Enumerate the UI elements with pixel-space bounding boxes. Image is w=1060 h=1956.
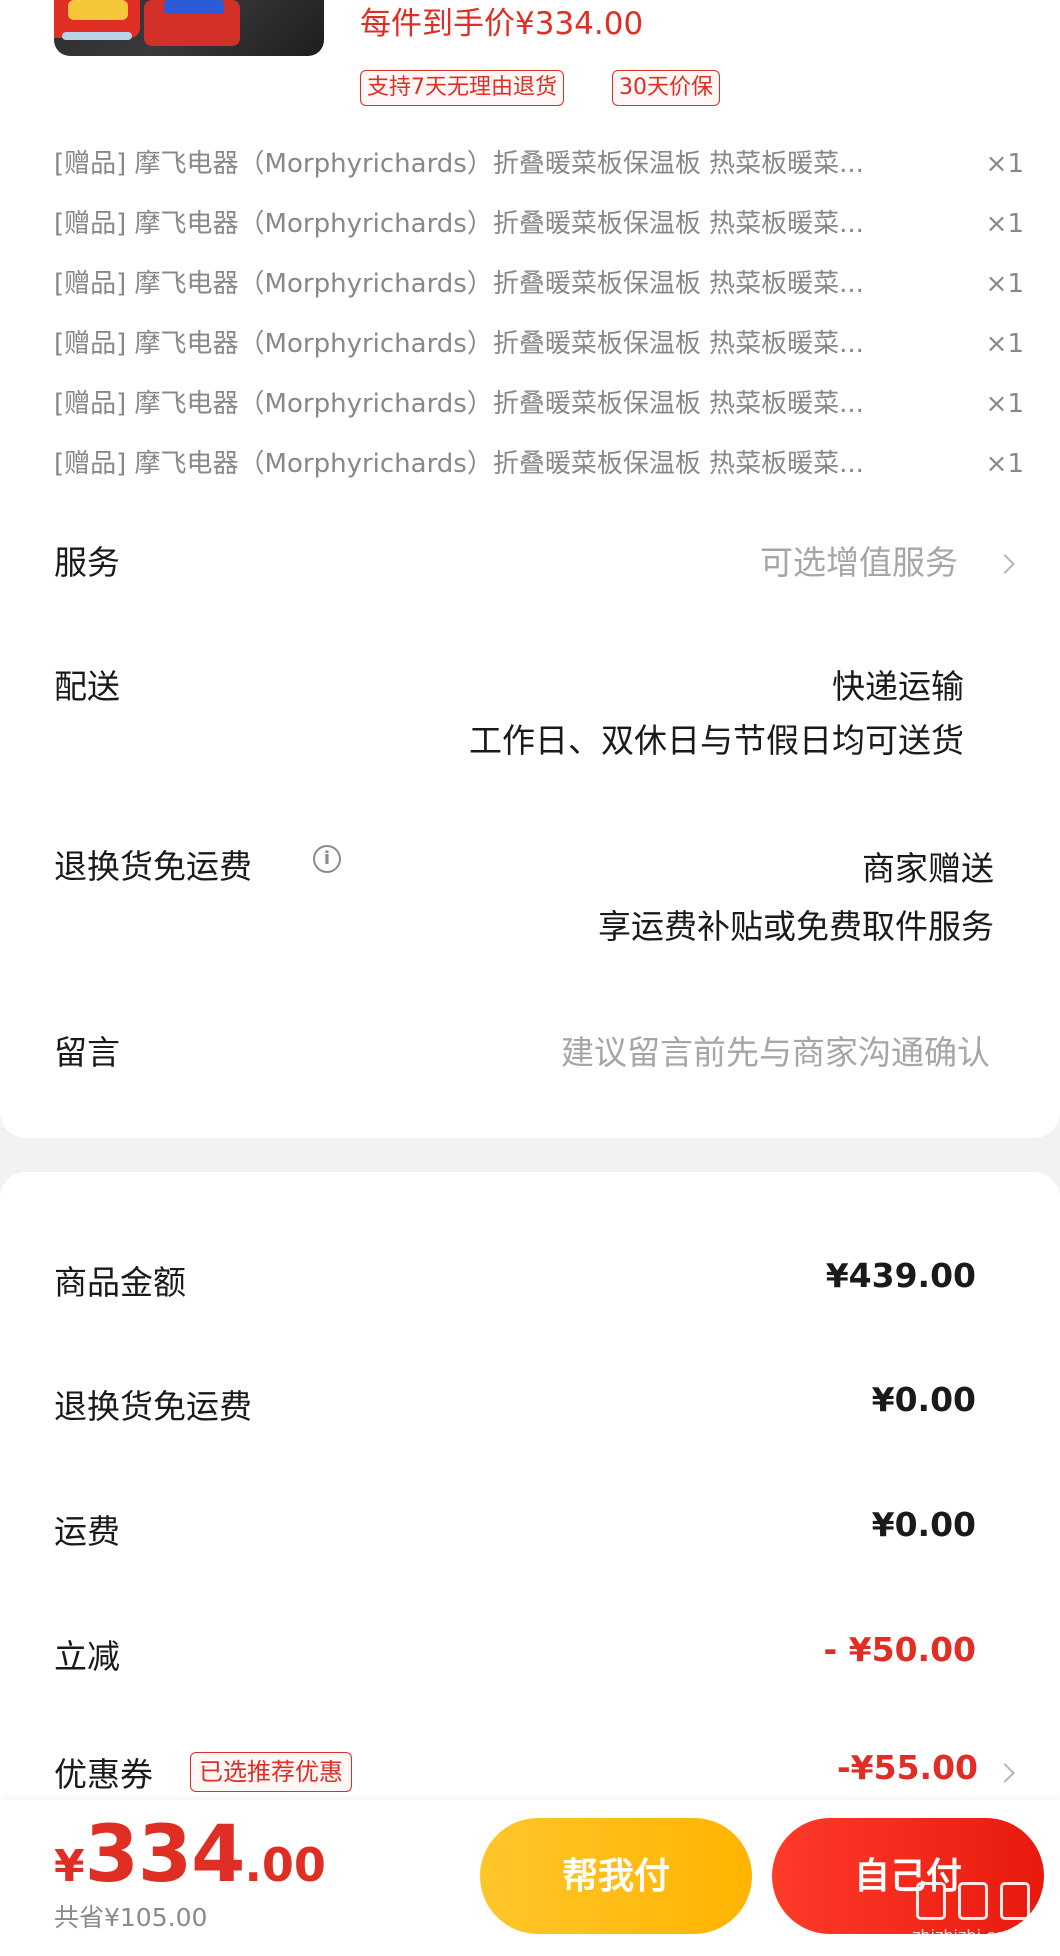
- value-added-service-link[interactable]: 可选增值服务: [760, 536, 958, 584]
- return-policy-tag: 支持7天无理由退货: [360, 70, 564, 106]
- gift-item-qty: ×1: [985, 329, 1024, 359]
- goods-amount-value: ¥439.00: [825, 1256, 976, 1295]
- gift-item-name: [赠品] 摩飞电器（Morphyrichards）折叠暖菜板保温板 热菜板暖菜.…: [54, 209, 864, 239]
- freight-label: 运费: [54, 1512, 120, 1551]
- gift-item[interactable]: [赠品] 摩飞电器（Morphyrichards）折叠暖菜板保温板 热菜板暖菜.…: [54, 204, 1024, 244]
- thumbnail-blue-label: [164, 0, 224, 14]
- help-me-pay-button[interactable]: 帮我付: [480, 1818, 752, 1934]
- delivery-note: 工作日、双休日与节假日均可送货: [469, 721, 964, 760]
- message-input[interactable]: 建议留言前先与商家沟通确认: [561, 1026, 990, 1074]
- gift-item-qty: ×1: [985, 209, 1024, 239]
- total-price: ¥334.00: [54, 1810, 326, 1900]
- service-label: 服务: [54, 543, 120, 582]
- gift-item[interactable]: [赠品] 摩飞电器（Morphyrichards）折叠暖菜板保温板 热菜板暖菜.…: [54, 384, 1024, 424]
- goods-amount-label: 商品金额: [54, 1263, 186, 1302]
- watermark-logo: [958, 1882, 988, 1920]
- unit-final-price: 每件到手价¥334.00: [360, 6, 644, 42]
- price-protection-tag: 30天价保: [612, 70, 720, 106]
- watermark-logo: [1000, 1882, 1030, 1920]
- gift-item[interactable]: [赠品] 摩飞电器（Morphyrichards）折叠暖菜板保温板 热菜板暖菜.…: [54, 264, 1024, 304]
- total-integer: 334: [84, 1810, 246, 1900]
- return-fee-label: 退换货免运费: [54, 1387, 252, 1426]
- watermark-logo: [916, 1882, 946, 1920]
- coupon-label: 优惠券: [54, 1755, 153, 1794]
- instant-discount-label: 立减: [54, 1637, 120, 1676]
- gift-item-qty: ×1: [985, 449, 1024, 479]
- gift-item-name: [赠品] 摩飞电器（Morphyrichards）折叠暖菜板保温板 热菜板暖菜.…: [54, 269, 864, 299]
- total-currency: ¥: [54, 1841, 85, 1892]
- gift-item-name: [赠品] 摩飞电器（Morphyrichards）折叠暖菜板保温板 热菜板暖菜.…: [54, 149, 864, 179]
- gift-item-name: [赠品] 摩飞电器（Morphyrichards）折叠暖菜板保温板 热菜板暖菜.…: [54, 389, 864, 419]
- return-shipping-label: 退换货免运费: [54, 847, 252, 886]
- coupon-recommend-badge: 已选推荐优惠: [190, 1752, 352, 1792]
- thumbnail-gold-badge: [68, 0, 128, 20]
- product-thumbnail[interactable]: [54, 0, 324, 56]
- gift-item[interactable]: [赠品] 摩飞电器（Morphyrichards）折叠暖菜板保温板 热菜板暖菜.…: [54, 324, 1024, 364]
- message-label: 留言: [54, 1033, 120, 1072]
- info-icon[interactable]: i: [313, 845, 341, 873]
- gift-item-qty: ×1: [985, 149, 1024, 179]
- total-saved: 共省¥105.00: [54, 1903, 208, 1932]
- gift-item[interactable]: [赠品] 摩飞电器（Morphyrichards）折叠暖菜板保温板 热菜板暖菜.…: [54, 144, 1024, 184]
- instant-discount-value: - ¥50.00: [823, 1630, 976, 1669]
- return-shipping-value: 商家赠送: [862, 849, 994, 888]
- delivery-label: 配送: [54, 667, 120, 706]
- total-decimal: .00: [244, 1838, 326, 1892]
- gift-item[interactable]: [赠品] 摩飞电器（Morphyrichards）折叠暖菜板保温板 热菜板暖菜.…: [54, 444, 1024, 484]
- thumbnail-wave: [62, 32, 132, 40]
- gift-item-name: [赠品] 摩飞电器（Morphyrichards）折叠暖菜板保温板 热菜板暖菜.…: [54, 449, 864, 479]
- gift-item-name: [赠品] 摩飞电器（Morphyrichards）折叠暖菜板保温板 热菜板暖菜.…: [54, 329, 864, 359]
- gift-item-qty: ×1: [985, 389, 1024, 419]
- coupon-value[interactable]: -¥55.00: [837, 1748, 978, 1787]
- return-fee-value: ¥0.00: [871, 1380, 976, 1419]
- return-shipping-note: 享运费补贴或免费取件服务: [598, 907, 994, 946]
- watermark-text: zhizhizhi.com: [912, 1926, 1021, 1945]
- freight-value: ¥0.00: [871, 1505, 976, 1544]
- gift-item-qty: ×1: [985, 269, 1024, 299]
- delivery-method[interactable]: 快递运输: [832, 660, 964, 708]
